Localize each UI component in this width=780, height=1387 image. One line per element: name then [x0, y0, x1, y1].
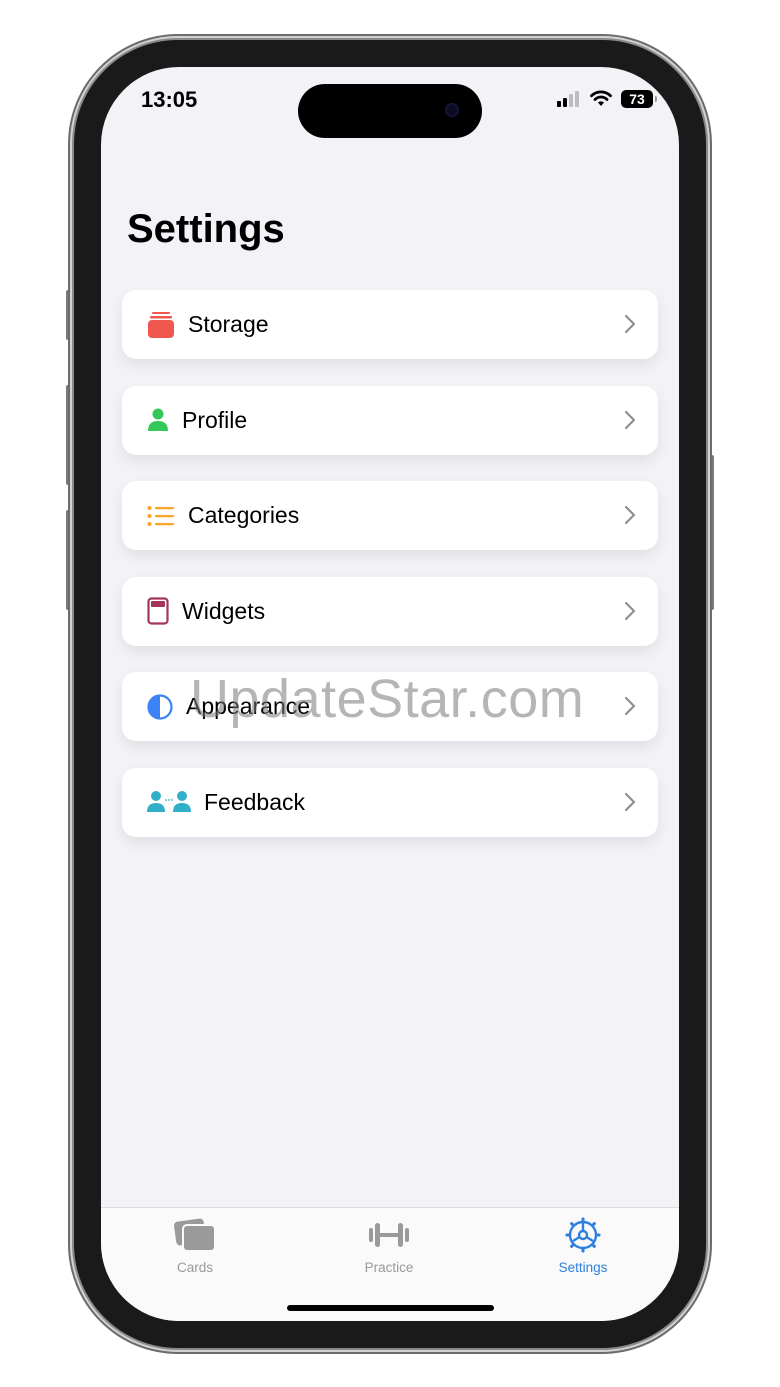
settings-item-storage[interactable]: Storage: [122, 290, 658, 359]
tab-label: Settings: [558, 1260, 608, 1275]
tab-label: Practice: [364, 1260, 414, 1275]
volume-up-button: [66, 385, 72, 485]
person-icon: [146, 405, 170, 435]
settings-item-label: Widgets: [182, 597, 266, 624]
settings-item-appearance[interactable]: Appearance: [122, 672, 658, 741]
tab-settings[interactable]: Settings: [523, 1217, 643, 1275]
chevron-right-icon: [624, 410, 636, 429]
tab-label: Cards: [176, 1260, 213, 1275]
settings-item-label: Categories: [188, 502, 300, 528]
volume-down-button: [66, 510, 72, 610]
status-indicators: 73: [557, 90, 657, 108]
settings-item-label: Storage: [188, 311, 269, 337]
battery-indicator: 73: [621, 90, 657, 108]
dumbbell-icon: [329, 1218, 449, 1252]
tab-bar: Cards Practice Settings: [101, 1207, 679, 1321]
settings-item-feedback[interactable]: Feedback: [122, 767, 658, 837]
camera-icon: [445, 103, 459, 117]
chevron-right-icon: [624, 505, 636, 525]
settings-item-label: Profile: [182, 406, 248, 433]
settings-item-profile[interactable]: Profile: [122, 385, 658, 455]
tab-practice[interactable]: Practice: [329, 1218, 449, 1275]
phone-screen: 13:05 73 Settings Storage Profile Catego…: [101, 67, 679, 1321]
home-indicator[interactable]: [287, 1305, 494, 1311]
tab-cards[interactable]: Cards: [135, 1218, 255, 1275]
people-chat-icon: [146, 787, 192, 817]
widget-icon: [146, 596, 170, 626]
chevron-right-icon: [624, 696, 636, 716]
settings-item-categories[interactable]: Categories: [122, 481, 658, 550]
signal-icon: [557, 91, 579, 107]
list-icon: [146, 501, 176, 531]
chevron-right-icon: [624, 601, 636, 620]
action-button: [66, 290, 72, 340]
settings-list: Storage Profile Categories Widgets Appea…: [122, 290, 658, 863]
page-title: Settings: [127, 207, 285, 251]
gear-icon: [523, 1217, 643, 1253]
status-time: 13:05: [141, 87, 198, 112]
dynamic-island: [298, 84, 482, 138]
settings-item-widgets[interactable]: Widgets: [122, 576, 658, 646]
wifi-icon: [590, 90, 612, 106]
settings-item-label: Appearance: [186, 693, 311, 719]
contrast-icon: [146, 692, 174, 722]
cards-icon: [135, 1218, 255, 1252]
power-button: [708, 455, 714, 610]
settings-item-label: Feedback: [204, 788, 306, 815]
storage-icon: [146, 310, 176, 340]
chevron-right-icon: [624, 314, 636, 334]
chevron-right-icon: [624, 792, 636, 811]
